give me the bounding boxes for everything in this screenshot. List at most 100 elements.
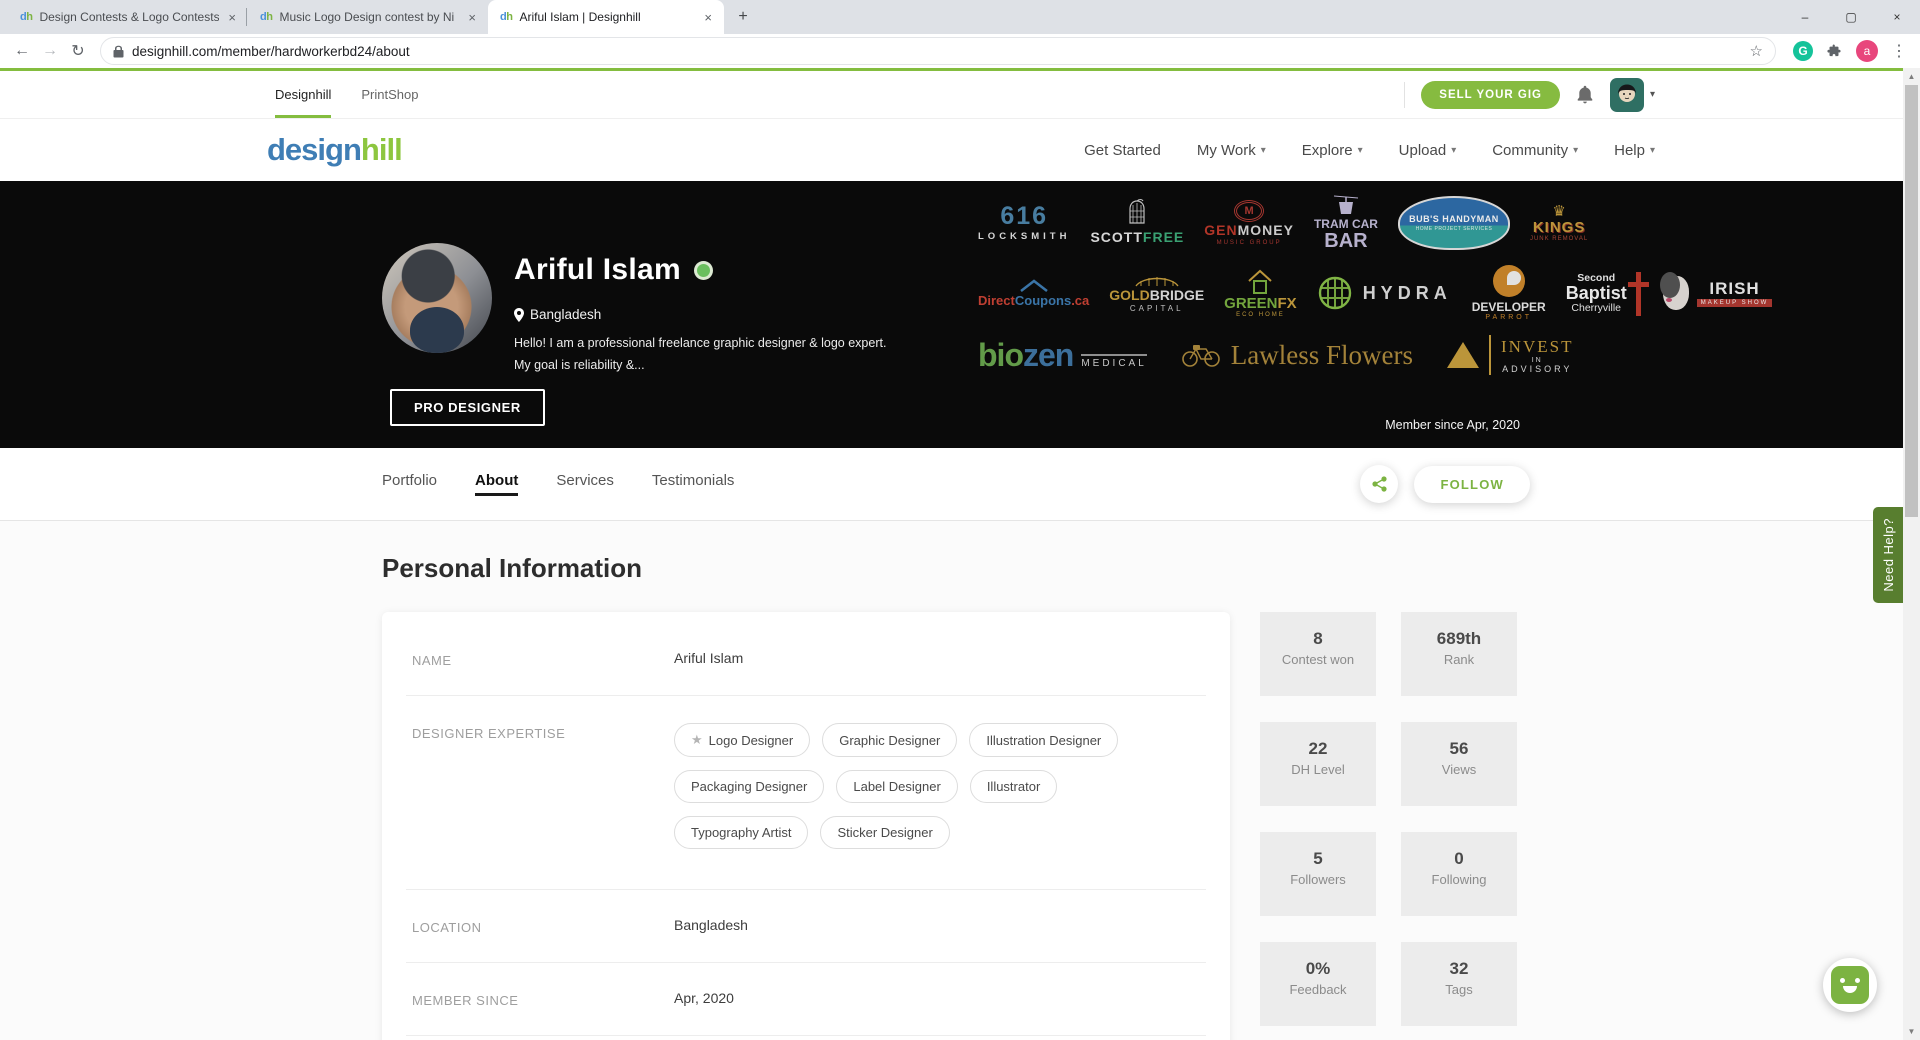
roof-icon [1019, 279, 1049, 293]
online-status-dot [697, 264, 710, 277]
reload-button[interactable]: ↻ [64, 37, 92, 65]
pro-designer-badge: PRO DESIGNER [390, 389, 545, 426]
chevron-down-icon: ▾ [1358, 145, 1363, 156]
name-value: Ariful Islam [674, 650, 743, 668]
scrollbar-thumb[interactable] [1905, 85, 1918, 517]
site-tab-designhill[interactable]: Designhill [275, 71, 331, 118]
designhill-favicon: dh [20, 11, 32, 23]
designhill-logo[interactable]: designhill [267, 132, 402, 168]
logo-developer-parrot: DEVELOPER PARROT [1472, 265, 1546, 321]
makeup-face-icon [1663, 276, 1689, 310]
notifications-bell-icon[interactable] [1576, 85, 1594, 105]
page-scrollbar[interactable]: ▲ ▼ [1903, 68, 1920, 1040]
extensions-puzzle-icon[interactable] [1822, 38, 1848, 64]
main-navigation: Get Started My Work▾ Explore▾ Upload▾ Co… [1084, 142, 1655, 159]
globe-icon [1317, 275, 1353, 311]
expertise-chip: Packaging Designer [674, 770, 824, 803]
close-icon[interactable]: × [226, 10, 238, 25]
browser-profile-avatar[interactable]: a [1854, 38, 1880, 64]
tab-title: Design Contests & Logo Contests [39, 10, 219, 24]
grammarly-extension-icon[interactable]: G [1790, 38, 1816, 64]
maximize-button[interactable]: ▢ [1828, 0, 1874, 34]
share-button[interactable] [1360, 465, 1398, 503]
bookmark-star-icon[interactable]: ☆ [1750, 42, 1763, 60]
chevron-down-icon: ▾ [1261, 145, 1266, 156]
crown-icon: ♛ [1552, 204, 1565, 219]
member-since-text: Member since Apr, 2020 [1385, 418, 1520, 432]
url-bar[interactable]: designhill.com/member/hardworkerbd24/abo… [100, 37, 1776, 65]
profile-stats-grid: 8Contest won 689thRank 22DH Level 56View… [1260, 612, 1517, 1026]
nav-help[interactable]: Help▾ [1614, 142, 1655, 159]
chat-widget-button[interactable] [1823, 958, 1877, 1012]
stat-tags: 32Tags [1401, 942, 1517, 1026]
site-top-bar: Designhill PrintShop SELL YOUR GIG [0, 71, 1920, 119]
chevron-down-icon: ▾ [1451, 145, 1456, 156]
need-help-tab[interactable]: Need Help? [1873, 507, 1903, 603]
tram-icon [1333, 195, 1359, 217]
window-controls: – ▢ × [1782, 0, 1920, 34]
nav-community[interactable]: Community▾ [1492, 142, 1578, 159]
nav-upload[interactable]: Upload▾ [1399, 142, 1457, 159]
cross-icon [1636, 272, 1641, 316]
stat-rank: 689thRank [1401, 612, 1517, 696]
tab-about[interactable]: About [475, 472, 518, 496]
stat-views: 56Views [1401, 722, 1517, 806]
new-tab-button[interactable]: + [730, 4, 756, 30]
eco-house-icon [1245, 269, 1275, 295]
back-button[interactable]: ← [8, 37, 36, 65]
logo-genmoney: M GENMONEY MUSIC GROUP [1204, 200, 1294, 246]
bridge-icon [1135, 273, 1179, 287]
logo-biozen-medical: biozen MEDICAL [978, 341, 1147, 370]
profile-bio: Hello! I am a professional freelance gra… [514, 333, 886, 377]
browser-tab-2[interactable]: dh Music Logo Design contest by Ni × [248, 0, 488, 34]
personal-info-card: NAME Ariful Islam DESIGNER EXPERTISE ★Lo… [382, 612, 1230, 1040]
forward-button[interactable]: → [36, 37, 64, 65]
window-close-button[interactable]: × [1874, 0, 1920, 34]
sell-your-gig-button[interactable]: SELL YOUR GIG [1421, 81, 1560, 109]
member-since-label: MEMBER SINCE [412, 990, 674, 1008]
scroll-down-arrow[interactable]: ▼ [1903, 1023, 1920, 1040]
tab-services[interactable]: Services [556, 472, 614, 496]
site-tab-printshop[interactable]: PrintShop [361, 71, 418, 118]
minimize-button[interactable]: – [1782, 0, 1828, 34]
birdcage-icon [1124, 199, 1150, 229]
site-header: designhill Get Started My Work▾ Explore▾… [0, 119, 1920, 181]
about-content: Personal Information NAME Ariful Islam D… [0, 521, 1920, 1040]
logo-bubs-handyman: BUB'S HANDYMAN HOME PROJECT SERVICES [1398, 196, 1510, 250]
profile-name: Ariful Islam [514, 253, 681, 287]
user-avatar[interactable] [1610, 78, 1644, 112]
tab-portfolio[interactable]: Portfolio [382, 472, 437, 496]
close-icon[interactable]: × [466, 10, 478, 25]
location-value: Bangladesh [674, 917, 748, 935]
avatar-illustration [1610, 78, 1644, 112]
browser-menu-icon[interactable]: ⋮ [1886, 38, 1912, 64]
section-title: Personal Information [382, 553, 642, 584]
designhill-favicon: dh [500, 11, 512, 23]
browser-toolbar: ← → ↻ designhill.com/member/hardworkerbd… [0, 34, 1920, 68]
expertise-label: DESIGNER EXPERTISE [412, 723, 674, 862]
browser-tab-active[interactable]: dh Ariful Islam | Designhill × [488, 0, 724, 34]
tab-testimonials[interactable]: Testimonials [652, 472, 735, 496]
expertise-chip: ★Logo Designer [674, 723, 810, 757]
expertise-chip: Graphic Designer [822, 723, 957, 757]
nav-get-started[interactable]: Get Started [1084, 142, 1161, 159]
chevron-down-icon[interactable]: ▾ [1650, 89, 1655, 100]
member-since-value: Apr, 2020 [674, 990, 734, 1008]
url-text[interactable]: designhill.com/member/hardworkerbd24/abo… [132, 44, 1742, 59]
nav-explore[interactable]: Explore▾ [1302, 142, 1363, 159]
expertise-chip: Typography Artist [674, 816, 808, 849]
logo-directcoupons: DirectCoupons.ca [978, 279, 1089, 308]
follow-button[interactable]: FOLLOW [1414, 466, 1530, 503]
stat-followers: 5Followers [1260, 832, 1376, 916]
parrot-icon [1493, 265, 1525, 297]
close-icon[interactable]: × [702, 10, 714, 25]
browser-tab-1[interactable]: dh Design Contests & Logo Contests × [8, 0, 248, 34]
nav-my-work[interactable]: My Work▾ [1197, 142, 1266, 159]
stat-following: 0Following [1401, 832, 1517, 916]
profile-photo [382, 243, 492, 353]
logo-tram-car-bar: TRAM CAR BAR [1314, 195, 1378, 251]
scroll-up-arrow[interactable]: ▲ [1903, 68, 1920, 85]
share-icon [1372, 476, 1387, 492]
star-icon: ★ [691, 732, 703, 748]
expertise-chip: Label Designer [836, 770, 957, 803]
